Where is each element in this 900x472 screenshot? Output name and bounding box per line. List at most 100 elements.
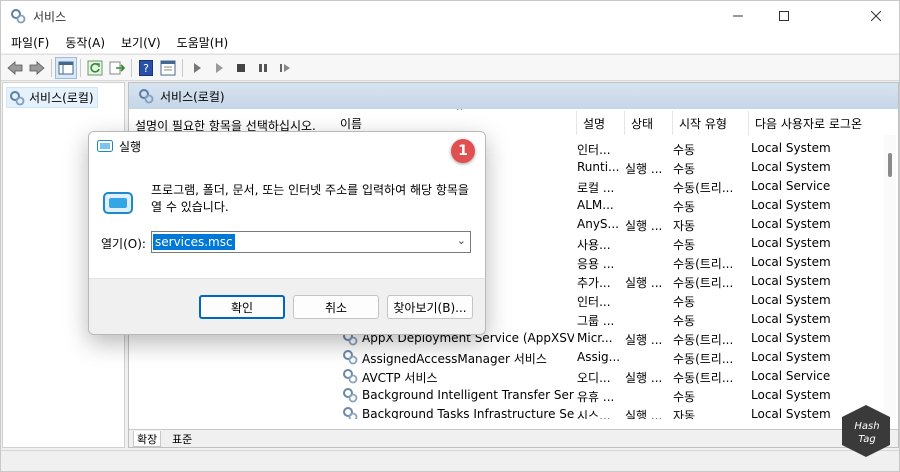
- service-row[interactable]: Background Tasks Infrastructure Serv... 시…: [334, 405, 896, 419]
- maximize-button[interactable]: [761, 1, 807, 31]
- column-header-startup-type[interactable]: 시작 유형: [673, 111, 749, 135]
- scrollbar-thumb[interactable]: [888, 153, 892, 177]
- pause-service-button[interactable]: [252, 57, 274, 79]
- cell-startup: 수동: [673, 200, 696, 214]
- service-row[interactable]: AVCTP 서비스 오디... 실행 ... 수동(트리... Local Servic…: [334, 367, 896, 386]
- tab-label: 표준: [172, 433, 193, 446]
- menu-view[interactable]: 보기(V): [113, 34, 169, 51]
- menu-help[interactable]: 도움말(H): [169, 34, 237, 51]
- browse-button[interactable]: 찾아보기(B)...: [387, 295, 473, 319]
- run-dialog: 실행 프로그램, 폴더, 문서, 또는 인터넷 주소를 입력하여 해당 항목을 …: [88, 131, 486, 335]
- properties-button[interactable]: [157, 57, 179, 79]
- cell-startup: 수동(트리...: [673, 257, 734, 271]
- export-list-button[interactable]: [106, 57, 128, 79]
- maximize-icon: [779, 11, 789, 21]
- open-label: 열기(O):: [101, 237, 146, 251]
- cell-desc: 시스...: [577, 409, 611, 419]
- svg-text:?: ?: [143, 62, 149, 75]
- cell-startup: 수동: [673, 390, 696, 404]
- cell-logon: Local System: [751, 312, 831, 326]
- panel-title: 서비스(로컬): [160, 89, 225, 104]
- back-arrow-icon: [7, 60, 23, 75]
- cell-desc: 그룹 ...: [577, 314, 615, 328]
- stop-service-button[interactable]: [230, 57, 252, 79]
- column-header-description[interactable]: 설명: [577, 111, 625, 135]
- cell-name: AVCTP 서비스: [362, 371, 438, 385]
- stop-icon: [237, 63, 245, 72]
- tab-extended[interactable]: 확장: [133, 431, 162, 447]
- open-combobox[interactable]: services.msc ⌄: [151, 231, 471, 253]
- sort-ascending-icon: ^: [456, 109, 464, 117]
- close-button[interactable]: [853, 1, 899, 31]
- run-dialog-title-bar: 실행: [89, 132, 485, 160]
- cell-logon: Local System: [751, 160, 831, 174]
- column-header-label: 이름: [340, 116, 363, 131]
- service-gear-icon: [343, 369, 358, 384]
- help-button[interactable]: ?: [135, 57, 157, 79]
- cell-logon: Local System: [751, 217, 831, 231]
- step-number-badge: 1: [451, 139, 475, 163]
- run-app-icon: [103, 192, 133, 214]
- cell-logon: Local System: [751, 350, 831, 364]
- open-input-value[interactable]: services.msc: [153, 234, 235, 250]
- tab-standard[interactable]: 표준: [169, 431, 195, 447]
- properties-icon: [160, 60, 176, 75]
- tree-item-label: 서비스(로컬): [29, 91, 94, 105]
- start-service-button[interactable]: [186, 57, 208, 79]
- cell-logon: Local System: [751, 141, 831, 155]
- start-service-alt-button[interactable]: [208, 57, 230, 79]
- column-header-label: 상태: [631, 116, 654, 131]
- cell-logon: Local Service: [751, 179, 831, 193]
- view-tabs: 확장 표준: [129, 429, 898, 447]
- run-dialog-body: 프로그램, 폴더, 문서, 또는 인터넷 주소를 입력하여 해당 항목을 열 수…: [89, 160, 485, 278]
- vertical-scrollbar[interactable]: [884, 135, 896, 419]
- services-gear-icon: [10, 90, 25, 105]
- toolbar-separator: [182, 58, 183, 77]
- menu-bar: 파일(F) 동작(A) 보기(V) 도움말(H): [1, 31, 899, 53]
- cell-startup: 수동(트리...: [673, 276, 734, 290]
- service-gear-icon: [343, 388, 358, 403]
- column-header-status[interactable]: 상태: [625, 111, 673, 135]
- cell-name: Background Intelligent Transfer Servi...: [362, 388, 574, 402]
- service-row[interactable]: Background Intelligent Transfer Servi...…: [334, 386, 896, 405]
- back-button[interactable]: [4, 57, 26, 79]
- show-hide-console-tree-button[interactable]: [55, 56, 77, 79]
- cell-desc: 로컬 ...: [577, 181, 615, 195]
- cell-startup: 자동: [673, 219, 696, 233]
- menu-action[interactable]: 동작(A): [57, 34, 113, 51]
- service-row[interactable]: AssignedAccessManager 서비스 Assig... 수동(트리..…: [334, 348, 896, 367]
- cancel-button[interactable]: 취소: [293, 295, 379, 319]
- tree-item-services-local[interactable]: 서비스(로컬): [6, 87, 98, 108]
- column-header-label: 설명: [583, 116, 606, 131]
- cell-startup: 수동(트리...: [673, 333, 734, 347]
- refresh-button[interactable]: [84, 57, 106, 79]
- cell-status: 실행 ...: [625, 371, 663, 385]
- minimize-button[interactable]: [715, 1, 761, 31]
- status-bar: [1, 450, 899, 471]
- resume-service-button[interactable]: [274, 57, 296, 79]
- console-tree-icon: [58, 61, 74, 74]
- cell-desc: 오디...: [577, 371, 611, 385]
- service-gear-icon: [343, 407, 358, 419]
- column-header-label: 다음 사용자로 로그온: [755, 116, 862, 131]
- cancel-button-label: 취소: [324, 300, 348, 315]
- toolbar-separator: [80, 58, 81, 77]
- menu-file[interactable]: 파일(F): [3, 34, 57, 51]
- services-gear-icon: [139, 89, 154, 104]
- cell-status: 실행 ...: [625, 409, 663, 419]
- cell-startup: 수동: [673, 295, 696, 309]
- cell-desc: 인터...: [577, 143, 611, 157]
- chevron-down-icon[interactable]: ⌄: [457, 234, 466, 247]
- cell-desc: Runti...: [577, 160, 620, 174]
- ok-button[interactable]: 확인: [199, 295, 285, 319]
- play-icon: [194, 62, 201, 73]
- cell-desc: Micr...: [577, 331, 613, 345]
- title-bar: 서비스: [1, 1, 899, 31]
- toolbar: ?: [1, 54, 899, 81]
- cell-desc: 추가...: [577, 276, 611, 290]
- run-icon: [97, 140, 113, 152]
- resume-icon: [280, 63, 290, 72]
- forward-button[interactable]: [26, 57, 48, 79]
- run-dialog-title: 실행: [119, 139, 142, 154]
- column-header-logon-as[interactable]: 다음 사용자로 로그온: [749, 111, 884, 135]
